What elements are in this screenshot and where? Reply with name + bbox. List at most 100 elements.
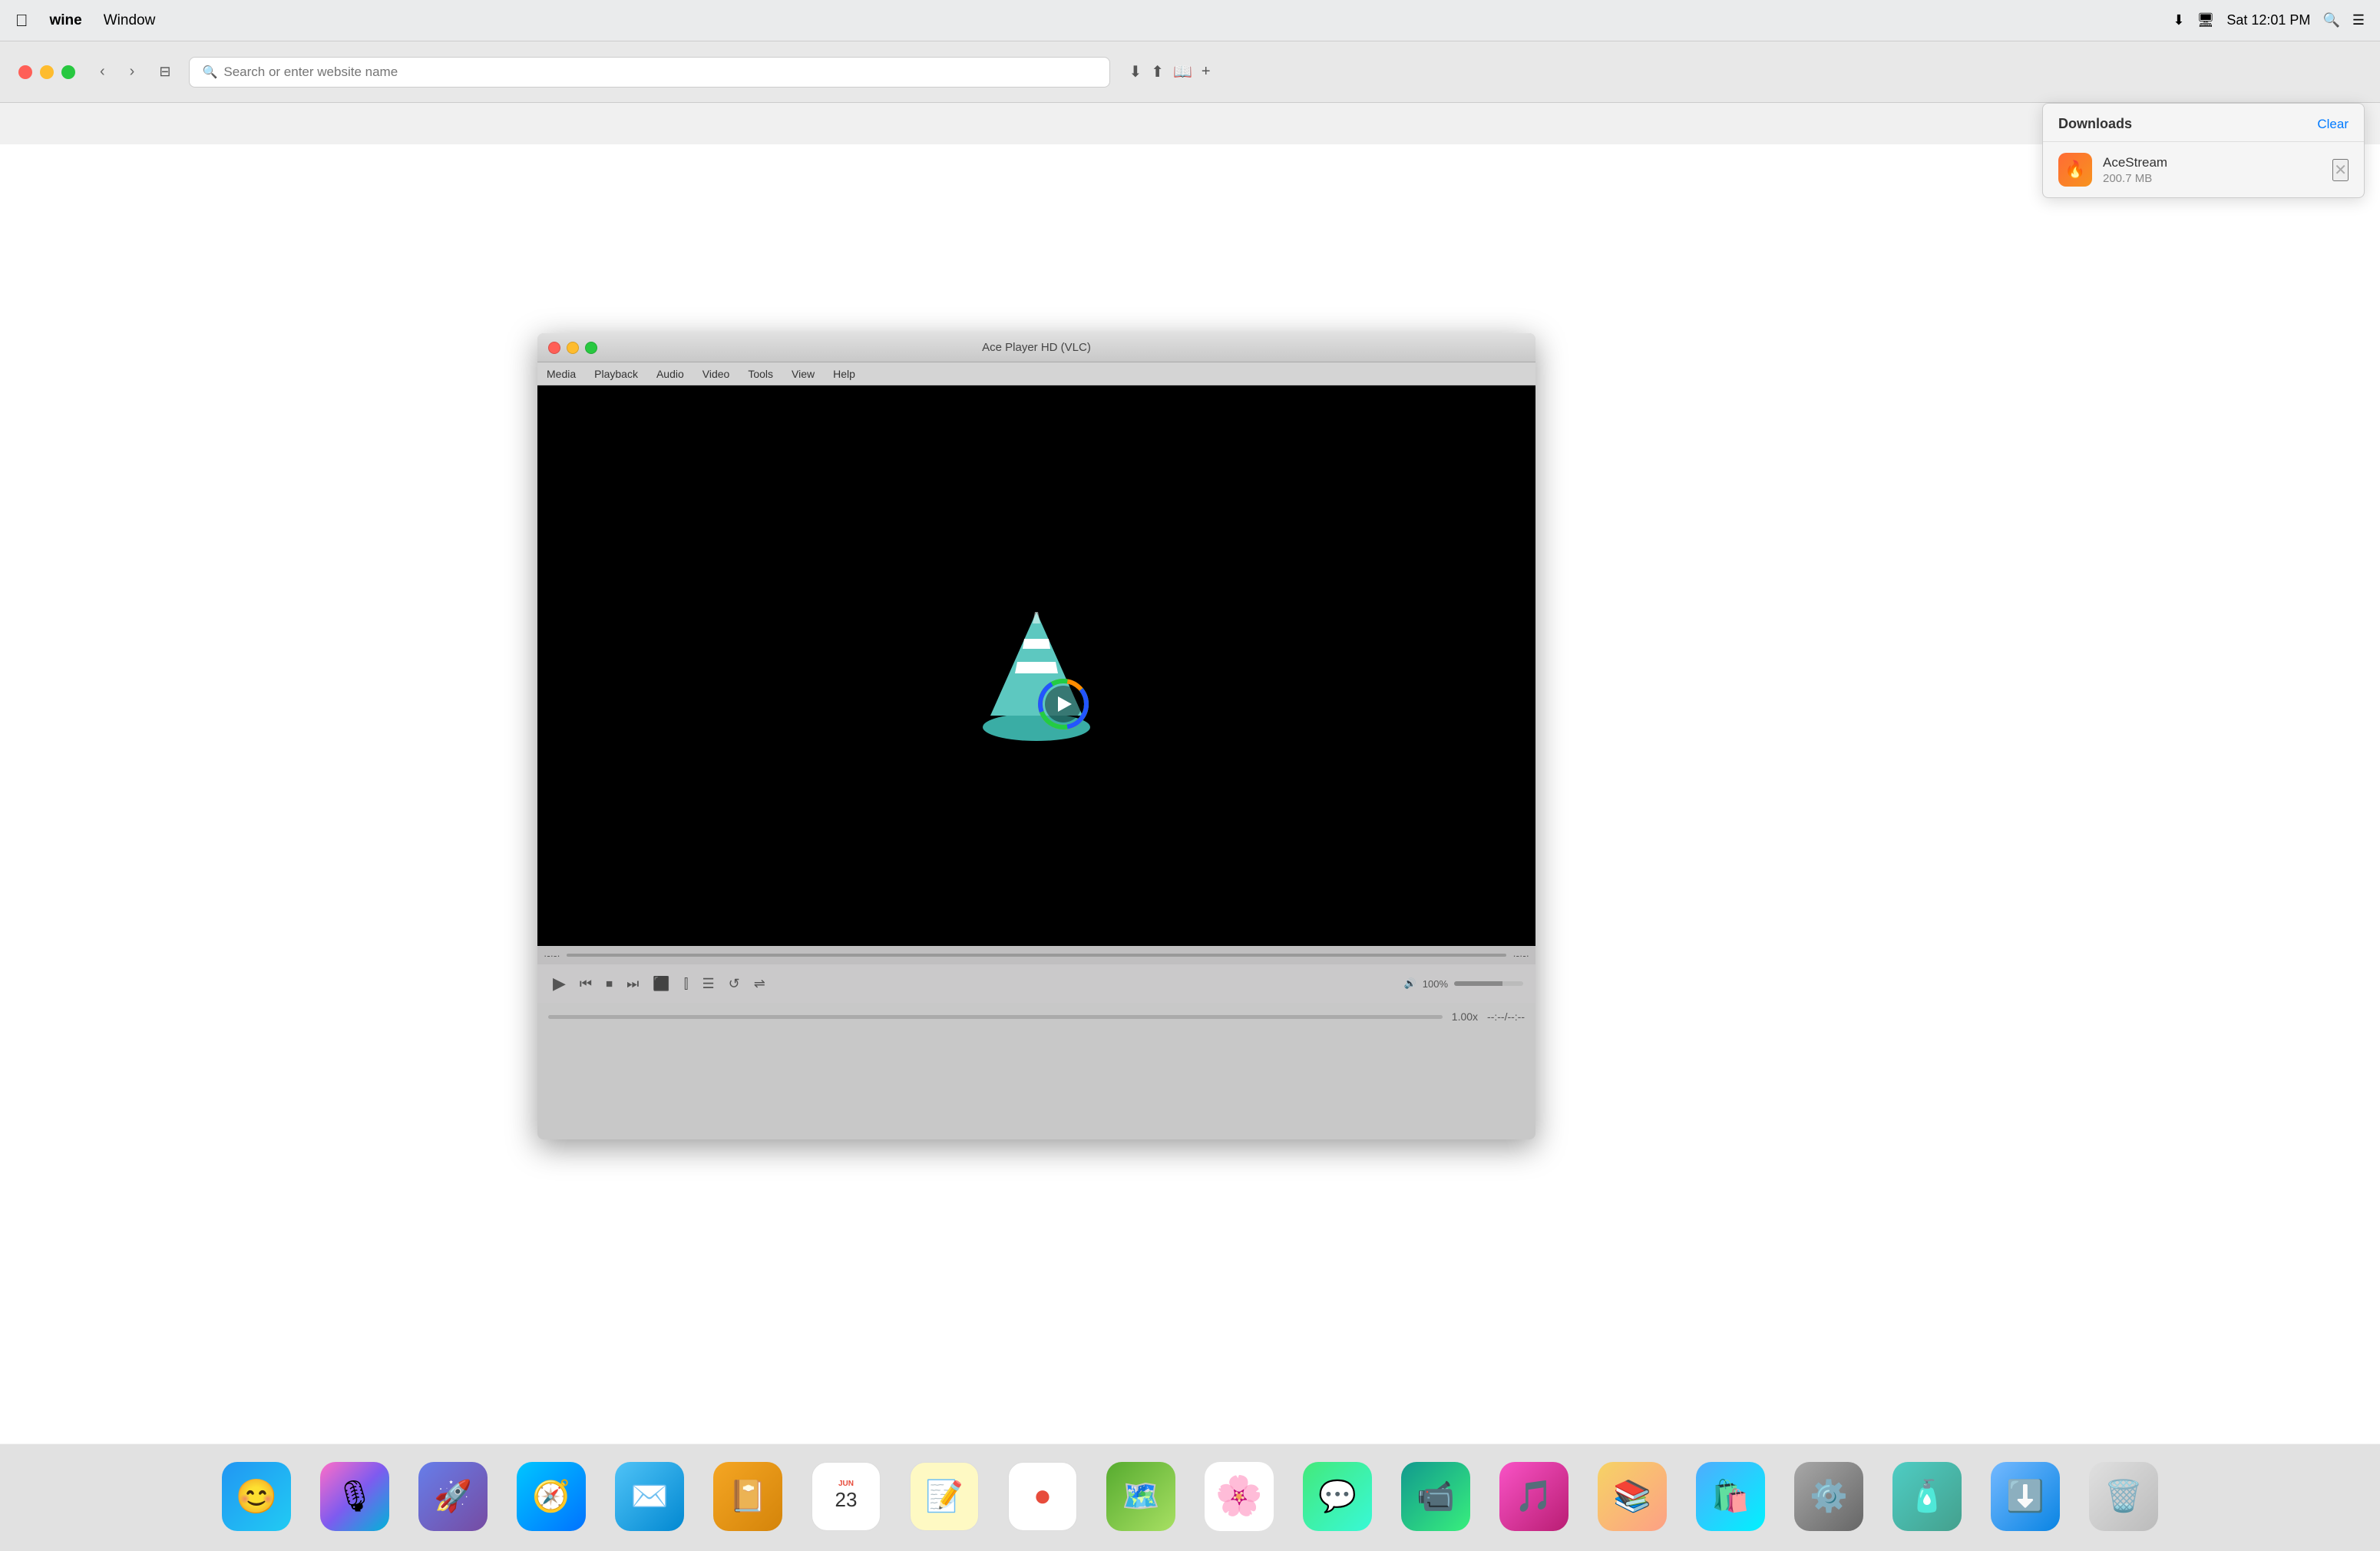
window-controls — [18, 65, 75, 79]
dock-item-wine[interactable]: 🧴 — [1881, 1462, 1973, 1534]
messages-icon: 💬 — [1303, 1462, 1372, 1531]
dock-item-books[interactable]: 📚 — [1586, 1462, 1678, 1534]
add-tab-button[interactable]: + — [1202, 62, 1211, 81]
dock-item-rocket[interactable]: 🚀 — [407, 1462, 499, 1534]
vlc-minimize-button[interactable] — [567, 342, 579, 354]
trash-icon: 🗑️ — [2089, 1462, 2158, 1531]
vlc-progress-track[interactable] — [567, 954, 1507, 957]
calendar-month: JUN — [838, 1480, 854, 1488]
dock-item-itunes[interactable]: 🎵 — [1488, 1462, 1580, 1534]
clear-downloads-button[interactable]: Clear — [2317, 117, 2349, 132]
back-button[interactable]: ‹ — [94, 60, 111, 84]
downloads-icon: ⬇️ — [1991, 1462, 2060, 1531]
dock-item-finder[interactable]: 😊 — [210, 1462, 302, 1534]
vlc-media-menu[interactable]: Media — [547, 368, 576, 380]
vlc-logo — [975, 597, 1098, 735]
vlc-stop-button[interactable]: ⏹ — [603, 973, 616, 995]
rocket-icon: 🚀 — [418, 1462, 488, 1531]
dock-item-reminders[interactable]: ● — [997, 1462, 1089, 1534]
notification-icon[interactable]: ☰ — [2352, 12, 2365, 28]
dock: 😊 🎙 🚀 🧭 ✉️ 📔 — [0, 1444, 2380, 1551]
photos-icon: 🌸 — [1205, 1462, 1274, 1531]
dock-item-safari[interactable]: 🧭 — [505, 1462, 597, 1534]
wine-icon: 🧴 — [1892, 1462, 1962, 1531]
books-icon: 📚 — [1598, 1462, 1667, 1531]
vlc-help-menu[interactable]: Help — [833, 368, 855, 380]
app-name-menu[interactable]: wine — [50, 12, 82, 29]
vlc-volume-icon: 🔊 — [1404, 977, 1416, 990]
vlc-maximize-button[interactable] — [585, 342, 597, 354]
vlc-window-controls — [548, 342, 597, 354]
vlc-video-area[interactable] — [537, 385, 1535, 946]
forward-button[interactable]: › — [124, 60, 141, 84]
download-remove-button[interactable]: ✕ — [2332, 159, 2349, 181]
browser-toolbar: ‹ › ⊟ 🔍 ⬇ ⬆ 📖 + — [0, 41, 2380, 103]
apple-menu[interactable]:  — [15, 11, 28, 31]
syspref-icon: ⚙️ — [1794, 1462, 1863, 1531]
vlc-prev-button[interactable]: ⏮ — [577, 973, 595, 995]
downloads-header: Downloads Clear — [2043, 104, 2364, 142]
vlc-frame-button[interactable]: ⬛ — [650, 973, 673, 995]
vlc-time-display: --:--/--:-- — [1487, 1010, 1525, 1023]
address-input[interactable] — [223, 64, 1097, 80]
download-button[interactable]: ⬇ — [1129, 62, 1142, 81]
dock-item-calendar[interactable]: JUN 23 — [800, 1462, 892, 1534]
vlc-shuffle-button[interactable]: ⇌ — [751, 973, 769, 995]
display-icon[interactable]: 🖥 — [2197, 12, 2215, 28]
vlc-speed: 1.00x — [1452, 1010, 1478, 1023]
dock-item-facetime[interactable]: 📹 — [1390, 1462, 1482, 1534]
share-button[interactable]: ⬆ — [1151, 62, 1164, 81]
dock-item-syspref[interactable]: ⚙️ — [1783, 1462, 1875, 1534]
vlc-video-menu[interactable]: Video — [702, 368, 730, 380]
dock-item-appstore[interactable]: 🛍️ — [1684, 1462, 1777, 1534]
vlc-seek-track[interactable] — [548, 1015, 1443, 1019]
vlc-playback-menu[interactable]: Playback — [594, 368, 638, 380]
vlc-play-button[interactable]: ▶ — [550, 971, 569, 997]
dock-item-siri[interactable]: 🎙 — [309, 1462, 401, 1534]
vlc-view-menu[interactable]: View — [792, 368, 815, 380]
appstore-icon: 🛍️ — [1696, 1462, 1765, 1531]
vlc-seek-bar: 1.00x --:--/--:-- — [537, 1003, 1535, 1030]
notes-icon: 📝 — [910, 1462, 979, 1531]
vlc-title: Ace Player HD (VLC) — [982, 341, 1091, 354]
dock-item-messages[interactable]: 💬 — [1291, 1462, 1383, 1534]
vlc-close-button[interactable] — [548, 342, 560, 354]
facetime-icon: 📹 — [1401, 1462, 1470, 1531]
vlc-progress-bar[interactable]: ·-·-· ·-·-· — [537, 946, 1535, 964]
finder-icon: 😊 — [222, 1462, 291, 1531]
window-menu[interactable]: Window — [104, 12, 156, 29]
dock-item-maps[interactable]: 🗺️ — [1095, 1462, 1187, 1534]
download-app-icon: 🔥 — [2058, 153, 2092, 187]
download-status-icon[interactable]: ⬇ — [2173, 12, 2184, 28]
download-item: 🔥 AceStream 200.7 MB ✕ — [2043, 142, 2364, 197]
dock-item-trash[interactable]: 🗑️ — [2078, 1462, 2170, 1534]
dock-item-photos[interactable]: 🌸 — [1193, 1462, 1285, 1534]
downloads-title: Downloads — [2058, 116, 2132, 132]
dock-item-notes[interactable]: 📝 — [898, 1462, 990, 1534]
calendar-date: 23 — [835, 1488, 858, 1512]
download-info: AceStream 200.7 MB — [2103, 155, 2322, 185]
dock-item-mail[interactable]: ✉️ — [603, 1462, 696, 1534]
window-maximize-button[interactable] — [61, 65, 75, 79]
downloads-panel: Downloads Clear 🔥 AceStream 200.7 MB ✕ — [2042, 103, 2365, 198]
dock-item-contacts[interactable]: 📔 — [702, 1462, 794, 1534]
vlc-eq-button[interactable]: ⫿ — [681, 973, 692, 995]
vlc-playlist-button[interactable]: ☰ — [699, 973, 718, 995]
reading-list-button[interactable]: 📖 — [1173, 62, 1192, 81]
vlc-tools-menu[interactable]: Tools — [748, 368, 773, 380]
vlc-loop-button[interactable]: ↺ — [726, 973, 743, 995]
vlc-controls: ▶ ⏮ ⏹ ⏭ ⬛ ⫿ ☰ ↺ ⇌ 🔊 100% — [537, 964, 1535, 1003]
sidebar-toggle-button[interactable]: ⊟ — [153, 61, 177, 83]
vlc-next-button[interactable]: ⏭ — [623, 973, 642, 995]
dock-item-downloads[interactable]: ⬇️ — [1979, 1462, 2071, 1534]
window-minimize-button[interactable] — [40, 65, 54, 79]
clock: Sat 12:01 PM — [2226, 12, 2310, 28]
window-close-button[interactable] — [18, 65, 32, 79]
vlc-volume-slider[interactable] — [1454, 981, 1523, 986]
siri-icon: 🎙 — [320, 1462, 389, 1531]
contacts-icon: 📔 — [713, 1462, 782, 1531]
vlc-time-right: ·-·-· — [1506, 950, 1529, 961]
vlc-audio-menu[interactable]: Audio — [656, 368, 684, 380]
vlc-volume-percent: 100% — [1423, 978, 1448, 990]
search-icon[interactable]: 🔍 — [2322, 12, 2339, 28]
